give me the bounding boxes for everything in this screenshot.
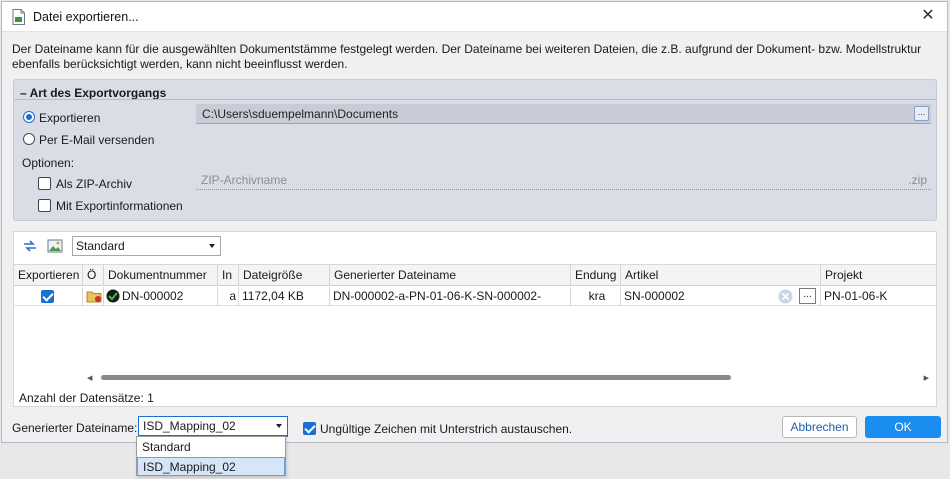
col-article[interactable]: Artikel (621, 265, 821, 286)
document-icon (12, 9, 25, 25)
cell-project: PN-01-06-K (824, 289, 888, 303)
cell-doc-number: DN-000002 (104, 287, 218, 306)
table-header: Exportieren Ö Dokumentnummer In Dateigrö… (14, 264, 936, 286)
export-type-group: – Art des Exportvorgangs Exportieren Per… (13, 79, 937, 221)
article-browse-button[interactable]: ... (799, 288, 816, 304)
radio-email-label[interactable]: Per E-Mail versenden (39, 133, 154, 147)
scroll-left-icon[interactable]: ◀ (87, 374, 92, 382)
export-info-label[interactable]: Mit Exportinformationen (56, 199, 183, 213)
col-size[interactable]: Dateigröße (239, 265, 330, 286)
title-bar: Datei exportieren... ✕ (2, 2, 947, 32)
horizontal-scrollbar[interactable]: ◀ ▶ (87, 373, 929, 382)
generated-name-value: ISD_Mapping_02 (143, 419, 236, 433)
export-path-value: C:\Users\sduempelmann\Documents (202, 107, 399, 121)
dropdown-option-isd-mapping[interactable]: ISD_Mapping_02 (137, 457, 285, 476)
document-status-icon (106, 289, 120, 303)
zip-placeholder: ZIP-Archivname (201, 173, 288, 187)
doc-number: DN-000002 (122, 289, 184, 303)
ok-button[interactable]: OK (865, 416, 941, 438)
chevron-down-icon (209, 244, 215, 248)
close-icon[interactable]: ✕ (919, 8, 937, 26)
record-count: Anzahl der Datensätze: 1 (19, 391, 154, 405)
window-title: Datei exportieren... (33, 10, 139, 24)
cell-extension: kra (571, 287, 621, 306)
radio-export-label[interactable]: Exportieren (39, 111, 100, 125)
image-view-icon[interactable] (47, 238, 63, 254)
refresh-icon[interactable] (22, 238, 38, 254)
col-index[interactable]: In (218, 265, 239, 286)
cell-generated-name[interactable]: DN-000002-a-PN-01-06-K-SN-000002- (330, 287, 571, 306)
export-dialog: Datei exportieren... ✕ Der Dateiname kan… (1, 1, 948, 443)
scroll-right-icon[interactable]: ▶ (924, 374, 929, 382)
clear-icon[interactable] (778, 289, 793, 304)
generated-name-label: Generierter Dateiname: (12, 421, 138, 435)
row-export-checkbox[interactable] (41, 290, 54, 303)
col-generated-name[interactable]: Generierter Dateiname (330, 265, 571, 286)
group-title: – Art des Exportvorgangs (20, 86, 167, 100)
radio-export[interactable] (23, 111, 35, 123)
export-info-checkbox[interactable] (38, 199, 51, 212)
view-select-value: Standard (76, 239, 125, 253)
col-project[interactable]: Projekt (821, 265, 936, 286)
cell-size: 1172,04 KB (239, 287, 330, 306)
zip-extension: .zip (908, 173, 927, 187)
group-divider (14, 99, 936, 100)
col-export[interactable]: Exportieren (14, 265, 83, 286)
scroll-thumb[interactable] (101, 375, 731, 380)
col-open[interactable]: Ö (83, 265, 104, 286)
generated-name-select[interactable]: ISD_Mapping_02 (138, 416, 288, 437)
zip-name-input[interactable]: ZIP-Archivname .zip (196, 170, 931, 190)
cell-index: a (218, 287, 239, 306)
zip-checkbox-label[interactable]: Als ZIP-Archiv (56, 177, 132, 191)
documents-table-panel: Standard Exportieren Ö Dokumentnummer In… (13, 231, 937, 407)
description-text: Der Dateiname kann für die ausgewählten … (12, 42, 922, 71)
zip-checkbox[interactable] (38, 177, 51, 190)
replace-chars-label[interactable]: Ungültige Zeichen mit Unterstrich austau… (320, 422, 572, 436)
browse-button[interactable]: ... (914, 106, 929, 121)
view-select[interactable]: Standard (72, 236, 221, 256)
table-row[interactable]: DN-000002 a 1172,04 KB DN-000002-a-PN-01… (14, 287, 936, 306)
cancel-button[interactable]: Abbrechen (782, 416, 857, 438)
col-doc-number[interactable]: Dokumentnummer (104, 265, 218, 286)
col-extension[interactable]: Endung (571, 265, 621, 286)
export-path-field[interactable]: C:\Users\sduempelmann\Documents ... (196, 104, 931, 124)
cell-export[interactable] (14, 287, 83, 306)
article-value: SN-000002 (624, 289, 685, 303)
chevron-down-icon (276, 424, 282, 428)
radio-email[interactable] (23, 133, 35, 145)
cell-article[interactable]: SN-000002 ... (621, 287, 821, 306)
options-label: Optionen: (22, 156, 75, 170)
generated-name-dropdown: Standard ISD_Mapping_02 (136, 436, 286, 476)
folder-icon (86, 291, 102, 303)
replace-chars-checkbox[interactable] (303, 422, 316, 435)
cell-open (83, 287, 104, 306)
dropdown-option-standard[interactable]: Standard (137, 438, 285, 457)
